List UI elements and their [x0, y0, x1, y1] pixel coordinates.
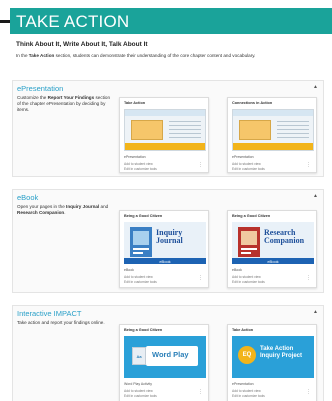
card-title: Take Action: [124, 101, 146, 105]
card-meta: Edit in customize tools: [124, 167, 157, 171]
card-thumbnail[interactable]: Research Companion eBook: [232, 222, 314, 264]
more-options-icon[interactable]: ⋮: [306, 162, 311, 168]
card-meta: Add to student view: [232, 389, 261, 393]
collapse-icon[interactable]: ▲: [313, 309, 318, 315]
book-title: Research Companion: [264, 228, 305, 245]
card-meta: Edit in customize tools: [232, 167, 265, 171]
card-meta: Edit in customize tools: [232, 394, 265, 398]
card-meta: Add to student view: [124, 162, 153, 166]
page-title: TAKE ACTION: [16, 12, 130, 31]
card-thumbnail[interactable]: [232, 109, 314, 151]
card-tag: Word Play Activity: [124, 382, 152, 386]
book-cover-icon: [130, 227, 152, 257]
page-header: TAKE ACTION: [0, 8, 332, 34]
book-cover-icon: [238, 227, 260, 257]
card-tag: ePresentation: [232, 382, 254, 386]
eq-badge-icon: EQ: [238, 346, 256, 364]
section-title: Interactive IMPACT: [17, 309, 82, 318]
card-title: Connections in Action: [232, 101, 273, 105]
section-ebook: eBook ▲ Open your pages in the Inquiry J…: [12, 189, 324, 293]
section-epresentation: ePresentation ▲ Customize the Report You…: [12, 80, 324, 177]
card-tag: ePresentation: [124, 155, 146, 159]
section-description: Take action and report your findings onl…: [17, 320, 105, 325]
subhead: Think About It, Write About It, Talk Abo…: [16, 41, 148, 48]
section-interactive-impact: Interactive IMPACT ▲ Take action and rep…: [12, 305, 324, 401]
card-meta: Add to student view: [232, 162, 261, 166]
more-options-icon[interactable]: ⋮: [198, 275, 203, 281]
section-description: Open your pages in the Inquiry Journal a…: [17, 204, 109, 216]
resource-card[interactable]: Connections in Action ePresentation Add …: [227, 97, 317, 173]
card-title: Take Action: [232, 328, 254, 332]
section-title: ePresentation: [17, 84, 64, 93]
resource-card[interactable]: Being a Good Citizen Research Companion …: [227, 210, 317, 288]
card-meta: Add to student view: [124, 389, 153, 393]
resource-card[interactable]: Being a Good Citizen Aa Word Play Word P…: [119, 324, 209, 401]
card-meta: Add to student view: [232, 275, 261, 279]
card-meta: Edit in customize tools: [124, 394, 157, 398]
thumbnail-title: Word Play: [152, 350, 189, 359]
card-thumbnail[interactable]: [124, 109, 206, 151]
more-options-icon[interactable]: ⋮: [198, 389, 203, 395]
card-thumbnail[interactable]: Aa Word Play: [124, 336, 206, 378]
card-meta: Add to student view: [124, 275, 153, 279]
card-meta: Edit in customize tools: [124, 280, 157, 284]
resource-card[interactable]: Take Action EQ Take Action Inquiry Proje…: [227, 324, 317, 401]
card-tag: eBook: [124, 268, 134, 272]
more-options-icon[interactable]: ⋮: [306, 389, 311, 395]
word-play-badge-icon: Aa: [132, 347, 146, 365]
card-title: Being a Good Citizen: [124, 214, 163, 218]
section-description: Customize the Report Your Findings secti…: [17, 95, 111, 113]
more-options-icon[interactable]: ⋮: [306, 275, 311, 281]
book-title: Inquiry Journal: [156, 228, 183, 245]
intro-text: In the Take Action section, students can…: [16, 53, 256, 58]
ebook-bar-label: eBook: [267, 258, 279, 264]
collapse-icon[interactable]: ▲: [313, 84, 318, 90]
ebook-bar-label: eBook: [159, 258, 171, 264]
card-meta: Edit in customize tools: [232, 280, 265, 284]
card-tag: eBook: [232, 268, 242, 272]
card-thumbnail[interactable]: Inquiry Journal eBook: [124, 222, 206, 264]
card-title: Being a Good Citizen: [124, 328, 163, 332]
card-tag: ePresentation: [232, 155, 254, 159]
collapse-icon[interactable]: ▲: [313, 193, 318, 199]
section-title: eBook: [17, 193, 39, 202]
more-options-icon[interactable]: ⋮: [198, 162, 203, 168]
resource-card[interactable]: Being a Good Citizen Inquiry Journal eBo…: [119, 210, 209, 288]
card-thumbnail[interactable]: EQ Take Action Inquiry Project: [232, 336, 314, 378]
card-title: Being a Good Citizen: [232, 214, 271, 218]
resource-card[interactable]: Take Action ePresentation Add to student…: [119, 97, 209, 173]
thumbnail-title: Take Action Inquiry Project: [260, 346, 303, 359]
